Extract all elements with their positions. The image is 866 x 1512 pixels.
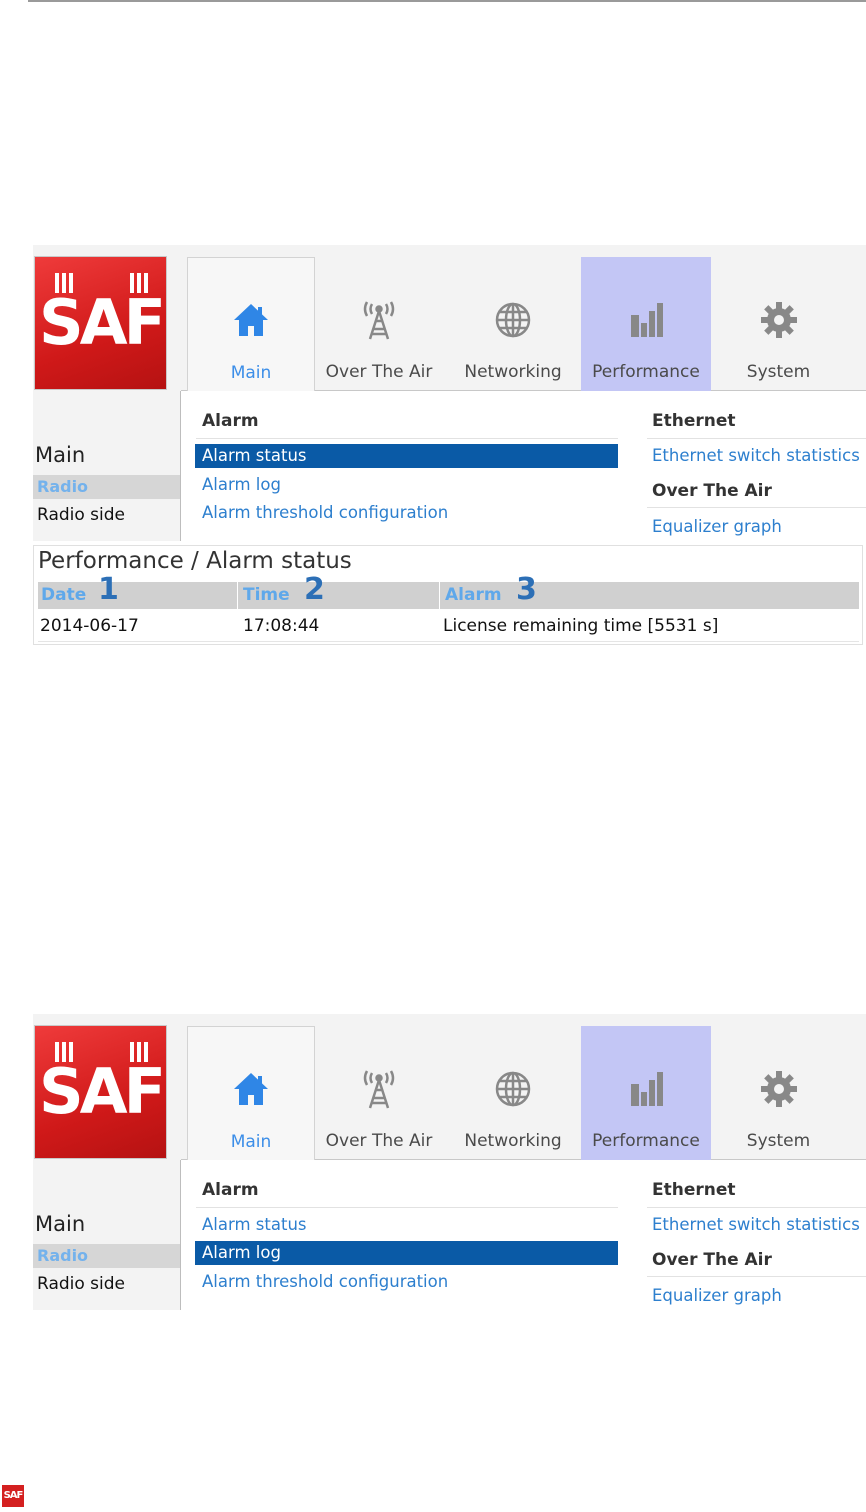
tab-performance[interactable]: Performance [581,257,711,391]
menu-heading-over-the-air: Over The Air [652,1250,772,1270]
menu-item-ethernet-switch-statistics[interactable]: Ethernet switch statistics [645,1213,860,1237]
sidebar: Main Radio Radio side [33,395,181,541]
saf-logo: SAF [35,257,166,389]
gear-icon [721,1070,836,1107]
home-icon [188,302,314,338]
menu-heading-alarm: Alarm [202,1180,259,1200]
main-nav: Main Over The Air Networking Performance… [181,245,866,392]
menu-item-equalizer-graph[interactable]: Equalizer graph [645,1284,782,1308]
home-icon [188,1071,314,1107]
column-header-time[interactable]: Time 2 [240,575,439,609]
tab-main[interactable]: Main [187,1026,315,1161]
menu-item-alarm-log[interactable]: Alarm log [195,1241,618,1265]
footer-saf-logo: SAF [2,1485,24,1507]
menu-item-alarm-log[interactable]: Alarm log [195,473,281,497]
callout-marker-3: 3 [516,572,537,607]
menu-item-alarm-status[interactable]: Alarm status [195,444,618,468]
tab-networking[interactable]: Networking [455,1026,571,1160]
globe-icon [455,301,571,338]
menu-heading-ethernet: Ethernet [652,1180,736,1200]
screenshot-alarm-log: SAF Main Over The Air Networking Perform… [33,1014,866,1310]
menu-item-alarm-threshold[interactable]: Alarm threshold configuration [195,1270,448,1294]
tab-networking[interactable]: Networking [455,257,571,391]
globe-icon [455,1070,571,1107]
bar-chart-icon [581,301,711,337]
cell-time: 17:08:44 [243,616,320,636]
main-nav: Main Over The Air Networking Performance… [181,1014,866,1161]
performance-dropdown-menu: Alarm Alarm status Alarm log Alarm thres… [180,391,866,541]
cell-date: 2014-06-17 [40,616,139,636]
screenshot-alarm-status: SAF Main Over The Air Networking Perform… [33,245,866,541]
page-title: Performance / Alarm status [38,548,352,574]
sidebar-item-radio[interactable]: Radio [33,1244,180,1268]
sidebar: Main Radio Radio side [33,1164,181,1310]
menu-item-alarm-status[interactable]: Alarm status [195,1213,307,1237]
sidebar-item-radio[interactable]: Radio [33,475,180,499]
callout-marker-2: 2 [304,572,325,607]
saf-logo: SAF [35,1026,166,1158]
tab-performance[interactable]: Performance [581,1026,711,1160]
menu-heading-alarm: Alarm [202,411,259,431]
sidebar-item-radio-side[interactable]: Radio side [37,1274,125,1294]
gear-icon [721,301,836,338]
menu-item-equalizer-graph[interactable]: Equalizer graph [645,515,782,539]
menu-heading-ethernet: Ethernet [652,411,736,431]
column-header-alarm[interactable]: Alarm 3 [442,575,855,609]
table-header: Date 1 Time 2 Alarm 3 [38,575,859,609]
menu-heading-over-the-air: Over The Air [652,481,772,501]
tab-main[interactable]: Main [187,257,315,392]
menu-item-alarm-threshold[interactable]: Alarm threshold configuration [195,501,448,525]
tab-system[interactable]: System [721,257,836,391]
menu-item-ethernet-switch-statistics[interactable]: Ethernet switch statistics [645,444,860,468]
antenna-tower-icon [323,301,435,340]
sidebar-title: Main [35,1212,86,1236]
performance-dropdown-menu: Alarm Alarm status Alarm log Alarm thres… [180,1160,866,1310]
sidebar-item-radio-side[interactable]: Radio side [37,505,125,525]
tab-over-the-air[interactable]: Over The Air [323,257,435,391]
callout-marker-1: 1 [98,572,119,607]
column-header-date[interactable]: Date 1 [38,575,237,609]
antenna-tower-icon [323,1070,435,1109]
page-top-rule [28,0,866,2]
sidebar-title: Main [35,443,86,467]
tab-over-the-air[interactable]: Over The Air [323,1026,435,1160]
tab-system[interactable]: System [721,1026,836,1160]
bar-chart-icon [581,1070,711,1106]
alarm-status-panel: Performance / Alarm status Date 1 Time 2… [33,545,863,645]
cell-alarm: License remaining time [5531 s] [443,616,719,636]
